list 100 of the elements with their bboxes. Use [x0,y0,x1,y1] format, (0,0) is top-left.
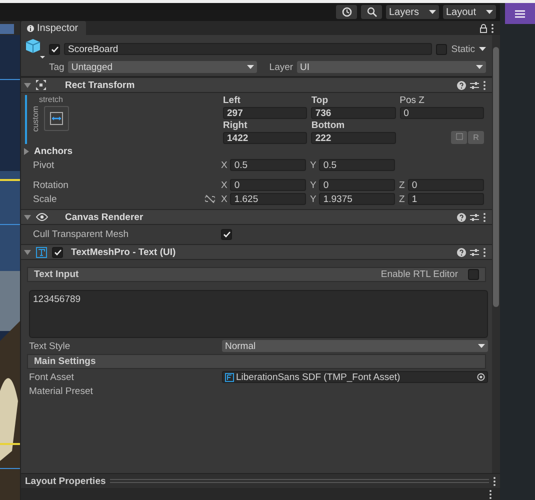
vector-field[interactable]: 1.625 [230,193,306,205]
offset-label: Top [311,95,330,106]
collapse-arrow-icon[interactable] [23,148,30,155]
axis-label: Y [310,194,316,204]
dotted-square-icon [456,133,462,140]
history-button[interactable] [336,5,357,19]
axis-label: X [221,194,228,204]
enabled-checkbox[interactable] [52,246,63,258]
static-checkbox[interactable] [436,44,448,54]
more-icon[interactable] [483,212,486,222]
more-icon[interactable] [493,476,496,486]
font-asset-field[interactable]: LiberationSans SDF (TMP_Font Asset) [222,371,488,383]
caret-icon [478,344,485,348]
expand-arrow-icon[interactable] [24,214,31,220]
component-title: Canvas Renderer [65,212,144,222]
more-icon[interactable] [483,248,486,256]
tag-label: Tag [49,62,64,72]
rtl-checkbox[interactable] [468,269,479,280]
axis-label: X [221,160,228,170]
anchor-preset-button[interactable] [44,106,69,132]
search-button[interactable] [361,5,382,19]
help-icon[interactable] [457,80,466,90]
caret-icon [486,10,493,14]
help-icon[interactable] [457,248,466,256]
static-label: Static [451,44,475,54]
axis-label: X [221,180,228,190]
sliders-icon[interactable] [470,212,479,222]
unlinked-icon[interactable] [205,195,215,203]
caret-icon [247,65,254,69]
vector-field[interactable]: 1 [408,193,484,205]
section-title: Main Settings [34,356,96,367]
eye-icon [36,213,48,221]
toolbar-dropdown[interactable]: Layout [443,5,496,19]
vector-field[interactable]: 0 [319,179,395,191]
offset-label: Right [223,120,248,131]
font-asset-icon [225,372,234,382]
offset-label: Bottom [311,120,346,131]
sliders-icon[interactable] [470,80,479,90]
axis-label: Y [310,180,316,190]
offset-field[interactable]: 297 [223,107,308,119]
offset-label: Left [223,95,242,106]
text-input-field[interactable]: 123456789 [29,290,488,338]
history-icon [342,7,352,17]
vector-field[interactable]: 0.5 [230,159,306,171]
property-label: Scale [33,194,57,204]
more-icon[interactable] [491,24,494,32]
layer-label: Layer [269,62,294,72]
name-field[interactable]: ScoreBoard [64,43,432,55]
axis-label: Y [310,160,316,170]
lock-icon[interactable] [480,24,487,32]
tag-dropdown[interactable]: Untagged [68,61,258,73]
search-icon [366,7,376,17]
component-title: TextMeshPro - Text (UI) [71,246,177,258]
offset-field[interactable]: 736 [311,107,396,119]
stretch-icon [50,112,63,126]
layer-dropdown[interactable]: UI [297,61,486,73]
offset-field[interactable]: 1422 [223,132,308,144]
active-checkbox[interactable] [49,44,60,54]
inspector-tab[interactable]: Inspector [21,21,86,35]
caret-icon [429,10,436,14]
section-title: Text Input [34,269,79,280]
object-picker-icon[interactable] [477,373,485,381]
offset-field[interactable]: 222 [311,132,396,144]
anchor-side-label: custom [31,106,40,132]
vector-field[interactable]: 0.5 [319,159,395,171]
expand-arrow-icon[interactable] [24,248,31,256]
cube-icon[interactable] [25,38,45,60]
anchors-label: Anchors [34,146,73,157]
property-label: Pivot [33,160,54,170]
sliders-icon[interactable] [470,248,479,256]
property-label: Font Asset [29,372,75,382]
offset-field[interactable]: 0 [400,107,484,119]
property-label: Rotation [33,180,68,190]
scrollbar-thumb[interactable] [493,47,499,307]
vector-field[interactable]: 1.9375 [319,193,395,205]
caret-icon [479,47,486,51]
expand-arrow-icon[interactable] [24,82,31,88]
cull-checkbox[interactable] [221,228,232,240]
property-label: Material Preset [29,386,94,396]
property-label: Text Style [29,340,72,352]
rtl-label: Enable RTL Editor [380,269,458,280]
blueprint-button[interactable] [451,131,467,144]
tab-label: Inspector [37,22,78,34]
vector-field[interactable]: 0 [230,179,306,191]
caret-icon [476,65,483,69]
more-icon[interactable] [483,80,486,90]
menu-icon [515,10,525,18]
axis-label: Z [399,194,405,204]
component-title: Rect Transform [65,80,136,90]
property-label: Cull Transparent Mesh [33,228,130,240]
axis-label: Z [399,180,405,190]
text-style-dropdown[interactable]: Normal [222,340,488,352]
offset-label: Pos Z [400,95,426,106]
vector-field[interactable]: 0 [408,179,484,191]
help-icon[interactable] [457,212,466,222]
font-asset-name: LiberationSans SDF (TMP_Font Asset) [236,372,400,382]
panel-title: Layout Properties [25,476,106,486]
menu-button[interactable] [505,3,535,24]
more-icon[interactable] [489,490,492,498]
toolbar-dropdown[interactable]: Layers [386,5,439,19]
